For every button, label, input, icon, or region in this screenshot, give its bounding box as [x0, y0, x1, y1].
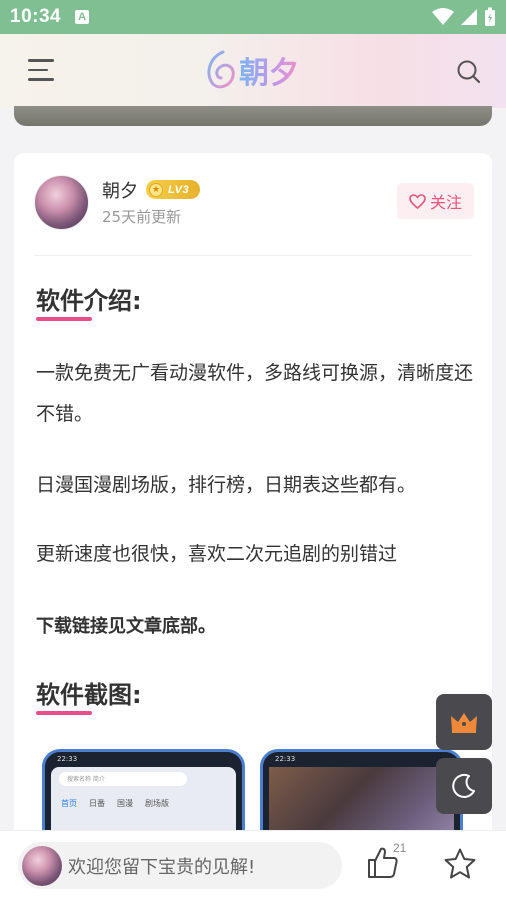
paragraph-1: 一款免费无广看动漫软件，多路线可换源，清晰度还不错。 [36, 362, 474, 425]
screenshot-tabs: 首页 日番 国漫 剧场版 [61, 798, 169, 809]
screenshot-status-time: 22:33 [275, 755, 296, 763]
divider [34, 255, 472, 256]
screenshots-heading: 软件截图: [36, 675, 142, 715]
paragraph-3: 更新速度也很快，喜欢二次元追剧的别错过 [36, 543, 398, 565]
app-header: 朝夕 [0, 34, 506, 108]
bottom-bar: 欢迎您留下宝贵的见解! 21 [0, 830, 506, 899]
logo[interactable]: 朝夕 [203, 46, 299, 94]
moon-icon [452, 773, 475, 798]
heart-icon [409, 193, 426, 209]
paragraph-2: 日漫国漫剧场版，排行榜，日期表这些都有。 [36, 474, 417, 496]
menu-icon[interactable] [28, 59, 54, 81]
intro-heading-text: 软件介绍: [36, 287, 142, 315]
status-icons [432, 7, 496, 27]
screenshot-tab: 剧场版 [145, 799, 169, 808]
screenshots-heading-text: 软件截图: [36, 681, 142, 709]
follow-button[interactable]: 关注 [397, 183, 474, 219]
heading-underline [36, 317, 92, 321]
signal-icon [461, 9, 477, 25]
download-note: 下载链接见文章底部。 [36, 616, 216, 637]
level-badge: ★ LV3 [146, 180, 200, 199]
follow-label: 关注 [429, 193, 462, 212]
intro-heading: 软件介绍: [36, 281, 142, 321]
status-bar: 10:34 A [0, 0, 506, 34]
screenshot-tab: 首页 [61, 799, 77, 808]
banner-image[interactable] [14, 106, 492, 126]
author-row: 朝夕 ★ LV3 25天前更新 关注 [34, 175, 474, 231]
notification-icon: A [75, 10, 90, 24]
user-avatar [22, 845, 62, 886]
status-time: 10:34 [10, 6, 62, 27]
wifi-icon [432, 8, 454, 25]
battery-icon [485, 7, 495, 26]
level-star-icon: ★ [149, 182, 163, 197]
author-name[interactable]: 朝夕 [102, 177, 138, 203]
comment-input[interactable]: 欢迎您留下宝贵的见解! [18, 842, 342, 889]
search-icon[interactable] [456, 59, 482, 85]
dark-mode-button[interactable] [436, 758, 492, 814]
crown-icon [451, 713, 477, 733]
level-text: LV3 [168, 183, 190, 196]
star-icon[interactable] [443, 847, 477, 881]
screenshot-status-time: 22:33 [57, 755, 78, 763]
update-time: 25天前更新 [102, 208, 182, 226]
logo-mark-icon [207, 50, 235, 89]
like-count: 21 [393, 841, 407, 855]
logo-text: 朝夕 [239, 48, 299, 92]
comment-placeholder: 欢迎您留下宝贵的见解! [68, 856, 256, 878]
vip-button[interactable] [436, 694, 492, 750]
author-avatar[interactable] [34, 175, 89, 230]
screenshot-tab: 国漫 [117, 799, 133, 808]
article-card: 朝夕 ★ LV3 25天前更新 关注 软件介绍: 一款免费无广看动漫软件，多路线… [14, 153, 492, 899]
screenshot-search: 搜索名称 简介 [59, 772, 187, 786]
screenshot-tab: 日番 [89, 799, 105, 808]
heading-underline [36, 711, 92, 715]
